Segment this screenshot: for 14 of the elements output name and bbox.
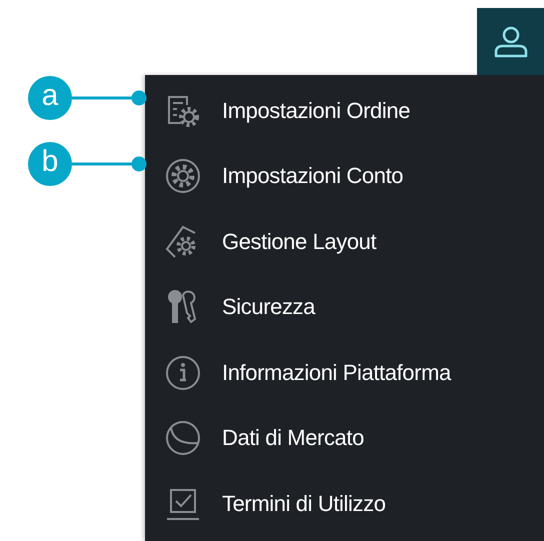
info-icon bbox=[165, 354, 201, 391]
user-button[interactable] bbox=[477, 8, 544, 75]
menu-item[interactable]: Gestione Layout bbox=[145, 209, 544, 274]
menu-item[interactable]: Sicurezza bbox=[145, 274, 544, 340]
globe-icon bbox=[165, 420, 201, 456]
menu-item[interactable]: Impostazioni Conto bbox=[145, 144, 544, 209]
menu-item[interactable]: Dati di Mercato bbox=[145, 406, 544, 471]
menu-item[interactable]: Informazioni Piattaforma bbox=[145, 340, 544, 406]
gear-icon bbox=[165, 158, 201, 194]
menu-item[interactable]: Impostazioni Ordine bbox=[145, 78, 544, 144]
person-icon bbox=[492, 24, 528, 58]
menu-item[interactable]: Termini di Utilizzo bbox=[145, 471, 544, 536]
callout-badge: a bbox=[28, 76, 72, 120]
callout-badge: b bbox=[28, 142, 72, 186]
